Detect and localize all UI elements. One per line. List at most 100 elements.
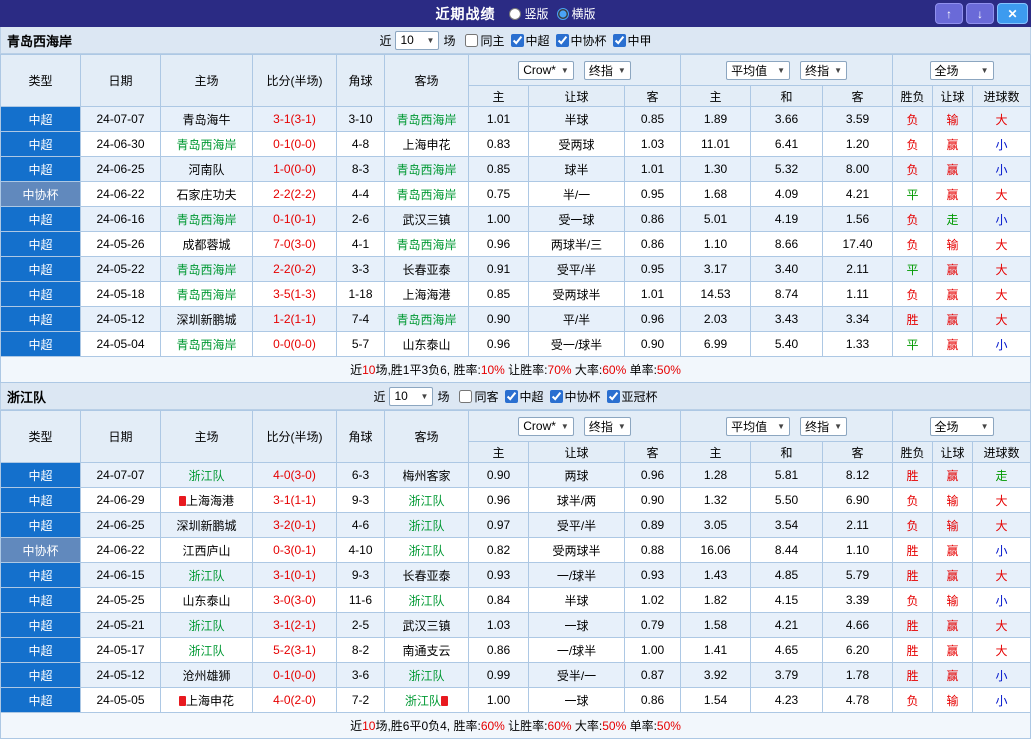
home-team-cell[interactable]: 青岛西海岸: [160, 281, 253, 307]
score-cell[interactable]: 3-1(0-1): [252, 562, 337, 588]
home-team-cell[interactable]: 青岛西海岸: [160, 256, 253, 282]
score-cell[interactable]: 0-1(0-0): [252, 131, 337, 157]
home-team-cell[interactable]: 青岛西海岸: [160, 131, 253, 157]
score-cell[interactable]: 5-2(3-1): [252, 637, 337, 663]
score-cell[interactable]: 3-1(3-1): [252, 106, 337, 132]
away-team-cell[interactable]: 浙江队: [384, 587, 469, 613]
score-cell[interactable]: 0-0(0-0): [252, 331, 337, 357]
average-stage-select[interactable]: 终指 ▼: [800, 416, 847, 436]
home-team-cell[interactable]: 浙江队: [160, 462, 253, 488]
home-team-cell[interactable]: 河南队: [160, 156, 253, 182]
home-team-cell[interactable]: 上海申花: [160, 687, 253, 713]
away-team-cell[interactable]: 梅州客家: [384, 462, 469, 488]
layout-horizontal-radio[interactable]: [556, 7, 569, 20]
layout-vertical-radio[interactable]: [509, 7, 522, 20]
league-filter[interactable]: 同主: [465, 32, 505, 49]
match-count-select[interactable]: 10 ▼: [395, 30, 440, 50]
close-button[interactable]: ✕: [997, 3, 1028, 24]
away-team-cell[interactable]: 浙江队: [384, 487, 469, 513]
score-cell[interactable]: 3-0(3-0): [252, 587, 337, 613]
average-select[interactable]: 平均值 ▼: [726, 60, 791, 80]
league-filter[interactable]: 中超: [510, 32, 550, 49]
league-filter[interactable]: 中协杯: [555, 32, 607, 49]
league-type-cell: 中超: [0, 106, 81, 132]
league-filter-checkbox[interactable]: [555, 33, 569, 47]
home-team-cell[interactable]: 青岛西海岸: [160, 206, 253, 232]
score-cell[interactable]: 1-2(1-1): [252, 306, 337, 332]
away-team-cell[interactable]: 青岛西海岸: [384, 306, 469, 332]
home-team-cell[interactable]: 上海海港: [160, 487, 253, 513]
home-team-cell[interactable]: 深圳新鹏城: [160, 512, 253, 538]
away-team-cell[interactable]: 浙江队: [384, 537, 469, 563]
away-team-cell[interactable]: 长春亚泰: [384, 256, 469, 282]
away-team-cell[interactable]: 武汉三镇: [384, 206, 469, 232]
score-cell[interactable]: 3-1(1-1): [252, 487, 337, 513]
league-filter[interactable]: 亚冠杯: [606, 388, 658, 405]
score-cell[interactable]: 3-1(2-1): [252, 612, 337, 638]
away-team-cell[interactable]: 上海海港: [384, 281, 469, 307]
score-cell[interactable]: 1-0(0-0): [252, 156, 337, 182]
score-cell[interactable]: 0-1(0-1): [252, 206, 337, 232]
away-team-cell[interactable]: 浙江队: [384, 512, 469, 538]
away-team-cell[interactable]: 长春亚泰: [384, 562, 469, 588]
away-team-cell[interactable]: 青岛西海岸: [384, 156, 469, 182]
full-match-select[interactable]: 全场 ▼: [929, 416, 994, 436]
home-team-cell[interactable]: 浙江队: [160, 637, 253, 663]
score-cell[interactable]: 7-0(3-0): [252, 231, 337, 257]
league-filter[interactable]: 中甲: [612, 32, 652, 49]
league-filter[interactable]: 中超: [504, 388, 544, 405]
score-cell[interactable]: 3-2(0-1): [252, 512, 337, 538]
odds-provider-select[interactable]: Crow* ▼: [518, 416, 574, 436]
layout-horizontal-option[interactable]: 横版: [556, 5, 596, 22]
odds-stage-select[interactable]: 终指 ▼: [583, 416, 631, 436]
league-filter-checkbox[interactable]: [612, 33, 626, 47]
home-team-cell[interactable]: 沧州雄狮: [160, 662, 253, 688]
full-match-select[interactable]: 全场 ▼: [929, 60, 994, 80]
away-team-cell[interactable]: 武汉三镇: [384, 612, 469, 638]
away-team-cell[interactable]: 青岛西海岸: [384, 106, 469, 132]
odds-stage-select[interactable]: 终指 ▼: [583, 60, 631, 80]
score-cell[interactable]: 0-3(0-1): [252, 537, 337, 563]
match-count-select[interactable]: 10 ▼: [389, 386, 434, 406]
away-team-cell[interactable]: 青岛西海岸: [384, 181, 469, 207]
away-team-cell[interactable]: 山东泰山: [384, 331, 469, 357]
away-team-cell[interactable]: 南通支云: [384, 637, 469, 663]
home-team-cell[interactable]: 青岛海牛: [160, 106, 253, 132]
home-team-cell[interactable]: 成都蓉城: [160, 231, 253, 257]
goals-result-cell: 大: [972, 281, 1031, 307]
away-team-cell[interactable]: 上海申花: [384, 131, 469, 157]
league-filter-checkbox[interactable]: [465, 33, 479, 47]
move-up-button[interactable]: ↑: [935, 3, 963, 24]
away-team-cell[interactable]: 浙江队: [384, 662, 469, 688]
league-filter[interactable]: 同客: [459, 388, 499, 405]
league-filter-checkbox[interactable]: [459, 389, 473, 403]
odds-provider-select[interactable]: Crow* ▼: [518, 60, 574, 80]
score-cell[interactable]: 4-0(3-0): [252, 462, 337, 488]
home-team-cell[interactable]: 山东泰山: [160, 587, 253, 613]
score-cell[interactable]: 2-2(2-2): [252, 181, 337, 207]
away-team-name: 长春亚泰: [402, 568, 451, 583]
league-filter[interactable]: 中协杯: [549, 388, 601, 405]
home-team-cell[interactable]: 青岛西海岸: [160, 331, 253, 357]
average-stage-select[interactable]: 终指 ▼: [800, 60, 847, 80]
home-team-cell[interactable]: 石家庄功夫: [160, 181, 253, 207]
home-team-cell[interactable]: 江西庐山: [160, 537, 253, 563]
home-team-cell[interactable]: 深圳新鹏城: [160, 306, 253, 332]
score-cell[interactable]: 4-0(2-0): [252, 687, 337, 713]
league-filter-checkbox[interactable]: [549, 389, 563, 403]
home-team-name: 青岛西海岸: [176, 137, 237, 152]
score-cell[interactable]: 0-1(0-0): [252, 662, 337, 688]
handicap-result-cell: 输: [932, 512, 974, 538]
layout-vertical-option[interactable]: 竖版: [509, 5, 549, 22]
score-cell[interactable]: 3-5(1-3): [252, 281, 337, 307]
league-filter-checkbox[interactable]: [606, 389, 620, 403]
away-team-cell[interactable]: 青岛西海岸: [384, 231, 469, 257]
league-filter-checkbox[interactable]: [510, 33, 524, 47]
average-select[interactable]: 平均值 ▼: [726, 416, 791, 436]
score-cell[interactable]: 2-2(0-2): [252, 256, 337, 282]
away-team-cell[interactable]: 浙江队: [384, 687, 469, 713]
home-team-cell[interactable]: 浙江队: [160, 612, 253, 638]
move-down-button[interactable]: ↓: [966, 3, 994, 24]
league-filter-checkbox[interactable]: [504, 389, 518, 403]
home-team-cell[interactable]: 浙江队: [160, 562, 253, 588]
